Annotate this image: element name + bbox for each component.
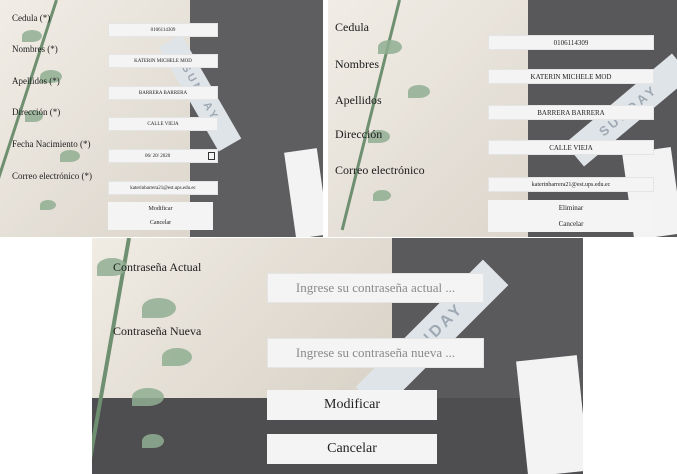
contrasena-actual-input[interactable]: Ingrese su contraseña actual ... [267,273,484,303]
apellidos-label: Apellidos (*) [12,76,60,86]
direccion-field[interactable]: CALLE VIEJA [108,117,218,131]
contrasena-nueva-input[interactable]: Ingrese su contraseña nueva ... [267,338,484,368]
apellidos-field[interactable]: BARRERA BARRERA [488,105,654,120]
cedula-field[interactable]: 0106114309 [488,35,654,50]
nombres-field[interactable]: KATERIN MICHELE MOD [108,54,218,68]
correo-label: Correo electrónico [335,163,425,177]
apellidos-label: Apellidos [335,93,382,107]
eliminar-button[interactable]: Eliminar [488,200,654,216]
contrasena-actual-label: Contraseña Actual [113,260,202,274]
cedula-label: Cedula (*) [12,13,51,23]
nombres-field[interactable]: KATERIN MICHELE MOD [488,69,654,84]
modificar-button[interactable]: Modificar [267,390,437,420]
modificar-button[interactable]: Modificar [108,202,213,216]
cancelar-button[interactable]: Cancelar [108,216,213,230]
direccion-label: Dirección [335,127,383,141]
cedula-field[interactable]: 0106114309 [108,23,218,37]
cancelar-button[interactable]: Cancelar [267,434,437,464]
delete-profile-panel: SUNDAY Cedula Nombres Apellidos Direcció… [328,0,677,237]
correo-field[interactable]: katerinbarrera21@est.ups.edu.ec [108,181,218,195]
cancelar-button[interactable]: Cancelar [488,216,654,232]
contrasena-nueva-label: Contraseña Nueva [113,324,202,338]
direccion-label: Dirección (*) [12,107,61,117]
nombres-label: Nombres (*) [12,44,58,54]
cedula-label: Cedula [335,20,369,34]
correo-field[interactable]: katerinbarrera21@est.ups.edu.ec [488,177,654,192]
direccion-field[interactable]: CALLE VIEJA [488,140,654,155]
edit-profile-panel: SUNDAY Cedula (*) Nombres (*) Apellidos … [0,0,323,237]
change-password-panel: SUNDAY Contraseña Actual Contraseña Nuev… [92,238,583,474]
apellidos-field[interactable]: BARRERA BARRERA [108,86,218,100]
nombres-label: Nombres [335,57,379,71]
correo-label: Correo electrónico (*) [12,171,92,181]
calendar-icon[interactable] [208,152,215,160]
fecha-nacimiento-label: Fecha Nacimiento (*) [12,139,91,149]
fecha-nacimiento-field[interactable]: 06/ 20/ 2020 [108,149,218,163]
